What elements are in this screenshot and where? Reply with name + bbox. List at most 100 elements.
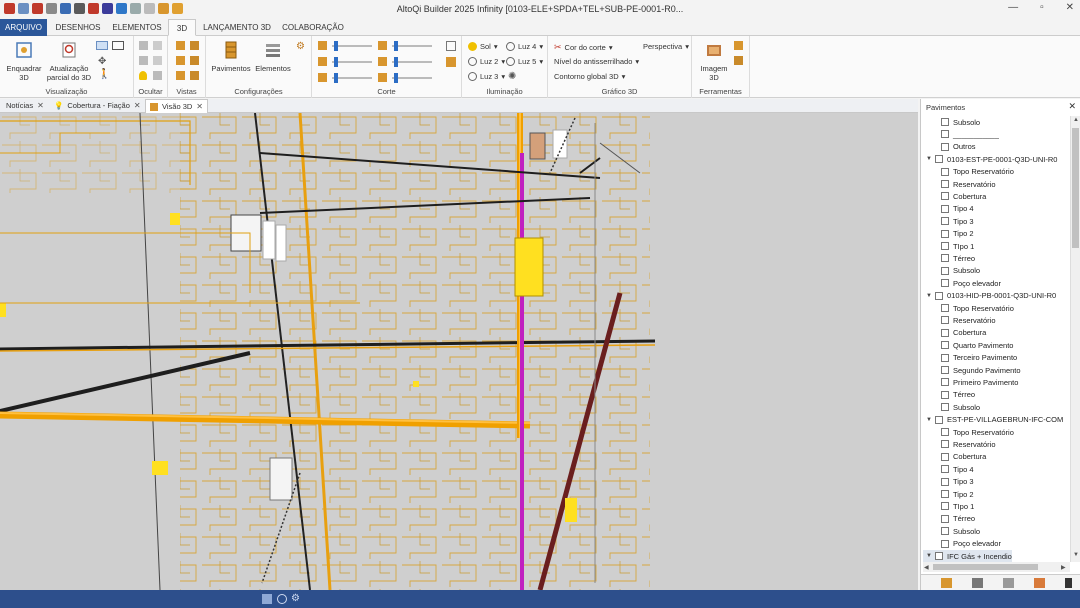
- checkbox[interactable]: [941, 502, 949, 511]
- cut-reset-icon[interactable]: [446, 57, 456, 67]
- grid-icon[interactable]: [262, 594, 272, 604]
- tree-item[interactable]: Subsolo: [923, 265, 980, 277]
- checkbox[interactable]: [941, 242, 949, 250]
- tree-item[interactable]: Térreo: [923, 389, 975, 401]
- checkbox[interactable]: [941, 217, 949, 226]
- checkbox[interactable]: [941, 167, 949, 176]
- tool-icon[interactable]: [734, 41, 743, 50]
- checkbox[interactable]: [941, 465, 949, 474]
- 3d-scene[interactable]: [0, 113, 918, 590]
- hide-type-icon[interactable]: [153, 41, 162, 50]
- chevron-down-icon[interactable]: ▼: [925, 553, 933, 559]
- tree-group[interactable]: ▼ EST-PE-VILLAGEBRUN-IFC-COM: [923, 414, 1063, 426]
- checkbox[interactable]: [935, 155, 943, 164]
- tree-item[interactable]: Segundo Pavimento: [923, 364, 1021, 376]
- tree-item[interactable]: Reservatório: [923, 314, 996, 326]
- tab-cobertura-fiacao[interactable]: 💡 Cobertura - Fiação ✕: [50, 99, 145, 113]
- cut-x-icon[interactable]: [318, 41, 327, 50]
- tree-group[interactable]: ▼ 0103-HID-PB-0001-Q3D-UNI-R0: [923, 290, 1056, 302]
- move-icon[interactable]: ✥: [98, 56, 107, 67]
- tree-item[interactable]: TIpo 1: [923, 240, 974, 252]
- tree-item[interactable]: ___________: [923, 128, 999, 140]
- perspectiva-button[interactable]: Perspectiva ▾: [643, 42, 689, 51]
- select-icon[interactable]: [96, 41, 108, 50]
- cut-z-icon[interactable]: [318, 73, 327, 82]
- checkbox[interactable]: [941, 279, 949, 288]
- checkbox[interactable]: [941, 378, 949, 387]
- clock-icon[interactable]: [277, 594, 287, 604]
- checkbox[interactable]: [941, 390, 949, 399]
- scroll-left-icon[interactable]: ◀: [924, 564, 929, 571]
- view-front-icon[interactable]: [176, 41, 185, 50]
- cut-box-icon[interactable]: [446, 41, 456, 51]
- scroll-down-icon[interactable]: ▼: [1073, 552, 1079, 558]
- cut-y-icon[interactable]: [318, 57, 327, 66]
- minimize-button[interactable]: —: [1008, 2, 1018, 13]
- checkbox[interactable]: [941, 130, 949, 139]
- tree-item[interactable]: Reservatório: [923, 438, 996, 450]
- close-window-button[interactable]: ✕: [1066, 2, 1074, 13]
- cut-z2-icon[interactable]: [378, 73, 387, 82]
- tree-item[interactable]: Tipo 3: [923, 215, 974, 227]
- tree-item[interactable]: Topo Reservatório: [923, 166, 1014, 178]
- tree-item[interactable]: TIpo 1: [923, 500, 974, 512]
- tree-item[interactable]: Poço elevador: [923, 277, 1001, 289]
- view-top-icon[interactable]: [176, 56, 185, 65]
- view-left-icon[interactable]: [176, 71, 185, 80]
- tree-item[interactable]: Subsolo: [923, 116, 980, 128]
- checkbox[interactable]: [941, 118, 949, 126]
- floors-icon[interactable]: [1034, 577, 1045, 588]
- tree-group[interactable]: ▼ 0103-EST-PE-0001-Q3D-UNI-R0: [923, 153, 1057, 165]
- checkbox[interactable]: [941, 452, 949, 461]
- tree-item[interactable]: Topo Reservatório: [923, 426, 1014, 438]
- contorno-global-button[interactable]: Contorno global 3D ▾: [554, 72, 625, 81]
- plug-icon[interactable]: [972, 577, 983, 588]
- checkbox[interactable]: [941, 266, 949, 275]
- cut-z-slider[interactable]: [332, 73, 372, 83]
- brightness-icon[interactable]: ✺: [508, 71, 516, 82]
- tab-lancamento-3d[interactable]: LANÇAMENTO 3D: [200, 19, 274, 36]
- atualizacao-parcial-button[interactable]: Atualização parcial do 3D: [46, 40, 92, 82]
- checkbox[interactable]: [941, 440, 949, 449]
- tab-elementos[interactable]: ELEMENTOS: [108, 19, 166, 36]
- view-right-icon[interactable]: [190, 41, 199, 50]
- tab-arquivo[interactable]: ARQUIVO: [0, 19, 47, 36]
- tree-item[interactable]: Tipo 4: [923, 203, 974, 215]
- tree-item[interactable]: Subsolo: [923, 401, 980, 413]
- chevron-down-icon[interactable]: ▼: [925, 156, 933, 162]
- luz2-button[interactable]: Luz 2 ▾: [468, 57, 505, 66]
- tree-item[interactable]: Poço elevador: [923, 538, 1001, 550]
- edit-icon[interactable]: [941, 577, 952, 588]
- walk-icon[interactable]: 🚶: [98, 69, 110, 80]
- tree-item[interactable]: Outros: [923, 141, 976, 153]
- checkbox[interactable]: [941, 428, 949, 436]
- cut-y2-slider[interactable]: [392, 57, 432, 67]
- cor-do-corte-button[interactable]: ✂ Cor do corte ▾: [554, 42, 613, 53]
- maximize-button[interactable]: ▫: [1040, 2, 1044, 13]
- view-back-icon[interactable]: [190, 56, 199, 65]
- checkbox[interactable]: [941, 328, 949, 337]
- close-icon[interactable]: ✕: [196, 100, 203, 114]
- checkbox[interactable]: [941, 539, 949, 548]
- view-iso-icon[interactable]: [190, 71, 199, 80]
- cut-y-slider[interactable]: [332, 57, 372, 67]
- checkbox[interactable]: [941, 490, 949, 498]
- tree-item[interactable]: Primeiro Pavimento: [923, 376, 1018, 388]
- tree-item[interactable]: Topo Reservatório: [923, 302, 1014, 314]
- tab-visao-3d[interactable]: Visão 3D ✕: [145, 99, 208, 113]
- cut-y2-icon[interactable]: [378, 57, 387, 66]
- tree-item[interactable]: Terceiro Pavimento: [923, 352, 1017, 364]
- gear-icon[interactable]: ⚙: [296, 41, 305, 52]
- gear-icon[interactable]: ⚙: [291, 593, 301, 604]
- chevron-down-icon[interactable]: ▼: [925, 293, 933, 299]
- tab-desenhos[interactable]: DESENHOS: [52, 19, 104, 36]
- checkbox[interactable]: [941, 527, 949, 536]
- elementos-button[interactable]: Elementos: [254, 40, 292, 73]
- tree-item[interactable]: Térreo: [923, 252, 975, 264]
- hide-layer-icon[interactable]: [139, 56, 148, 65]
- checkbox[interactable]: [935, 291, 943, 300]
- scroll-up-icon[interactable]: ▲: [1073, 117, 1079, 123]
- hide-all-icon[interactable]: [153, 56, 162, 65]
- scroll-right-icon[interactable]: ▶: [1061, 564, 1066, 571]
- monitor-icon[interactable]: [112, 41, 124, 50]
